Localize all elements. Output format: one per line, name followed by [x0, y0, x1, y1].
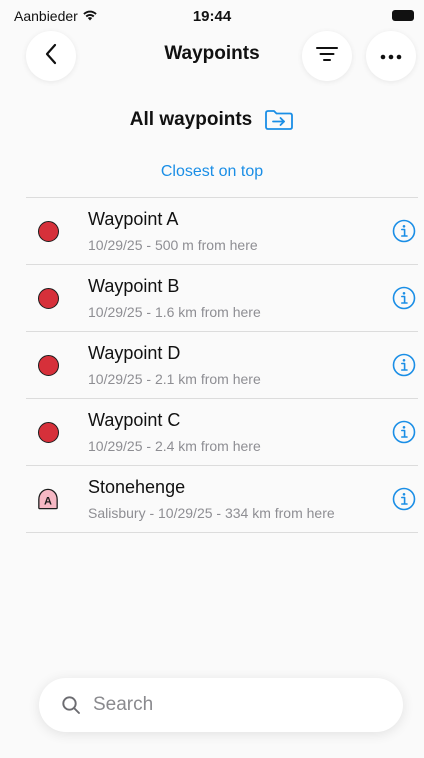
info-icon[interactable]: [392, 420, 416, 444]
sort-options-button[interactable]: [302, 31, 352, 81]
waypoint-subtitle: 10/29/25 - 2.4 km from here: [88, 438, 261, 454]
marker-letter: A: [44, 496, 52, 508]
search-bar[interactable]: [39, 678, 403, 732]
waypoint-subtitle: 10/29/25 - 1.6 km from here: [88, 304, 261, 320]
info-icon[interactable]: [392, 487, 416, 511]
waypoint-row[interactable]: A Stonehenge Salisbury - 10/29/25 - 334 …: [26, 466, 418, 533]
waypoint-name: Waypoint D: [88, 343, 181, 363]
search-icon: [61, 695, 81, 715]
status-bar: Aanbieder 19:44: [0, 0, 424, 28]
waypoint-row[interactable]: Waypoint D 10/29/25 - 2.1 km from here: [26, 332, 418, 399]
battery-icon: [392, 10, 414, 21]
waypoint-row[interactable]: Waypoint A 10/29/25 - 500 m from here: [26, 198, 418, 265]
waypoint-row[interactable]: Waypoint C 10/29/25 - 2.4 km from here: [26, 399, 418, 466]
red-dot-icon: [37, 354, 59, 376]
info-icon[interactable]: [392, 353, 416, 377]
ellipsis-icon: [379, 47, 403, 65]
more-options-button[interactable]: [366, 31, 416, 81]
sort-order-link[interactable]: Closest on top: [0, 163, 424, 181]
waypoint-name: Stonehenge: [88, 477, 186, 497]
page-title: Waypoints: [164, 43, 260, 64]
sort-lines-icon: [315, 45, 339, 68]
waypoint-subtitle: 10/29/25 - 2.1 km from here: [88, 371, 261, 387]
red-dot-icon: [37, 220, 59, 242]
waypoint-name: Waypoint A: [88, 209, 179, 229]
red-dot-icon: [37, 421, 59, 443]
waypoint-name: Waypoint C: [88, 410, 181, 430]
red-dot-icon: [37, 287, 59, 309]
waypoint-name: Waypoint B: [88, 276, 180, 296]
waypoint-row[interactable]: Waypoint B 10/29/25 - 1.6 km from here: [26, 265, 418, 332]
pink-marker-a-icon: A: [37, 488, 59, 510]
search-input[interactable]: [91, 693, 375, 717]
status-time: 19:44: [192, 8, 232, 25]
info-icon[interactable]: [392, 219, 416, 243]
waypoint-list: Waypoint A 10/29/25 - 500 m from here Wa…: [26, 197, 418, 533]
info-icon[interactable]: [392, 286, 416, 310]
waypoint-subtitle: 10/29/25 - 500 m from here: [88, 237, 258, 253]
waypoint-subtitle: Salisbury - 10/29/25 - 334 km from here: [88, 505, 335, 521]
section-title: All waypoints: [129, 109, 253, 130]
section-header: All waypoints: [0, 106, 424, 134]
folder-move-icon[interactable]: [264, 109, 294, 131]
